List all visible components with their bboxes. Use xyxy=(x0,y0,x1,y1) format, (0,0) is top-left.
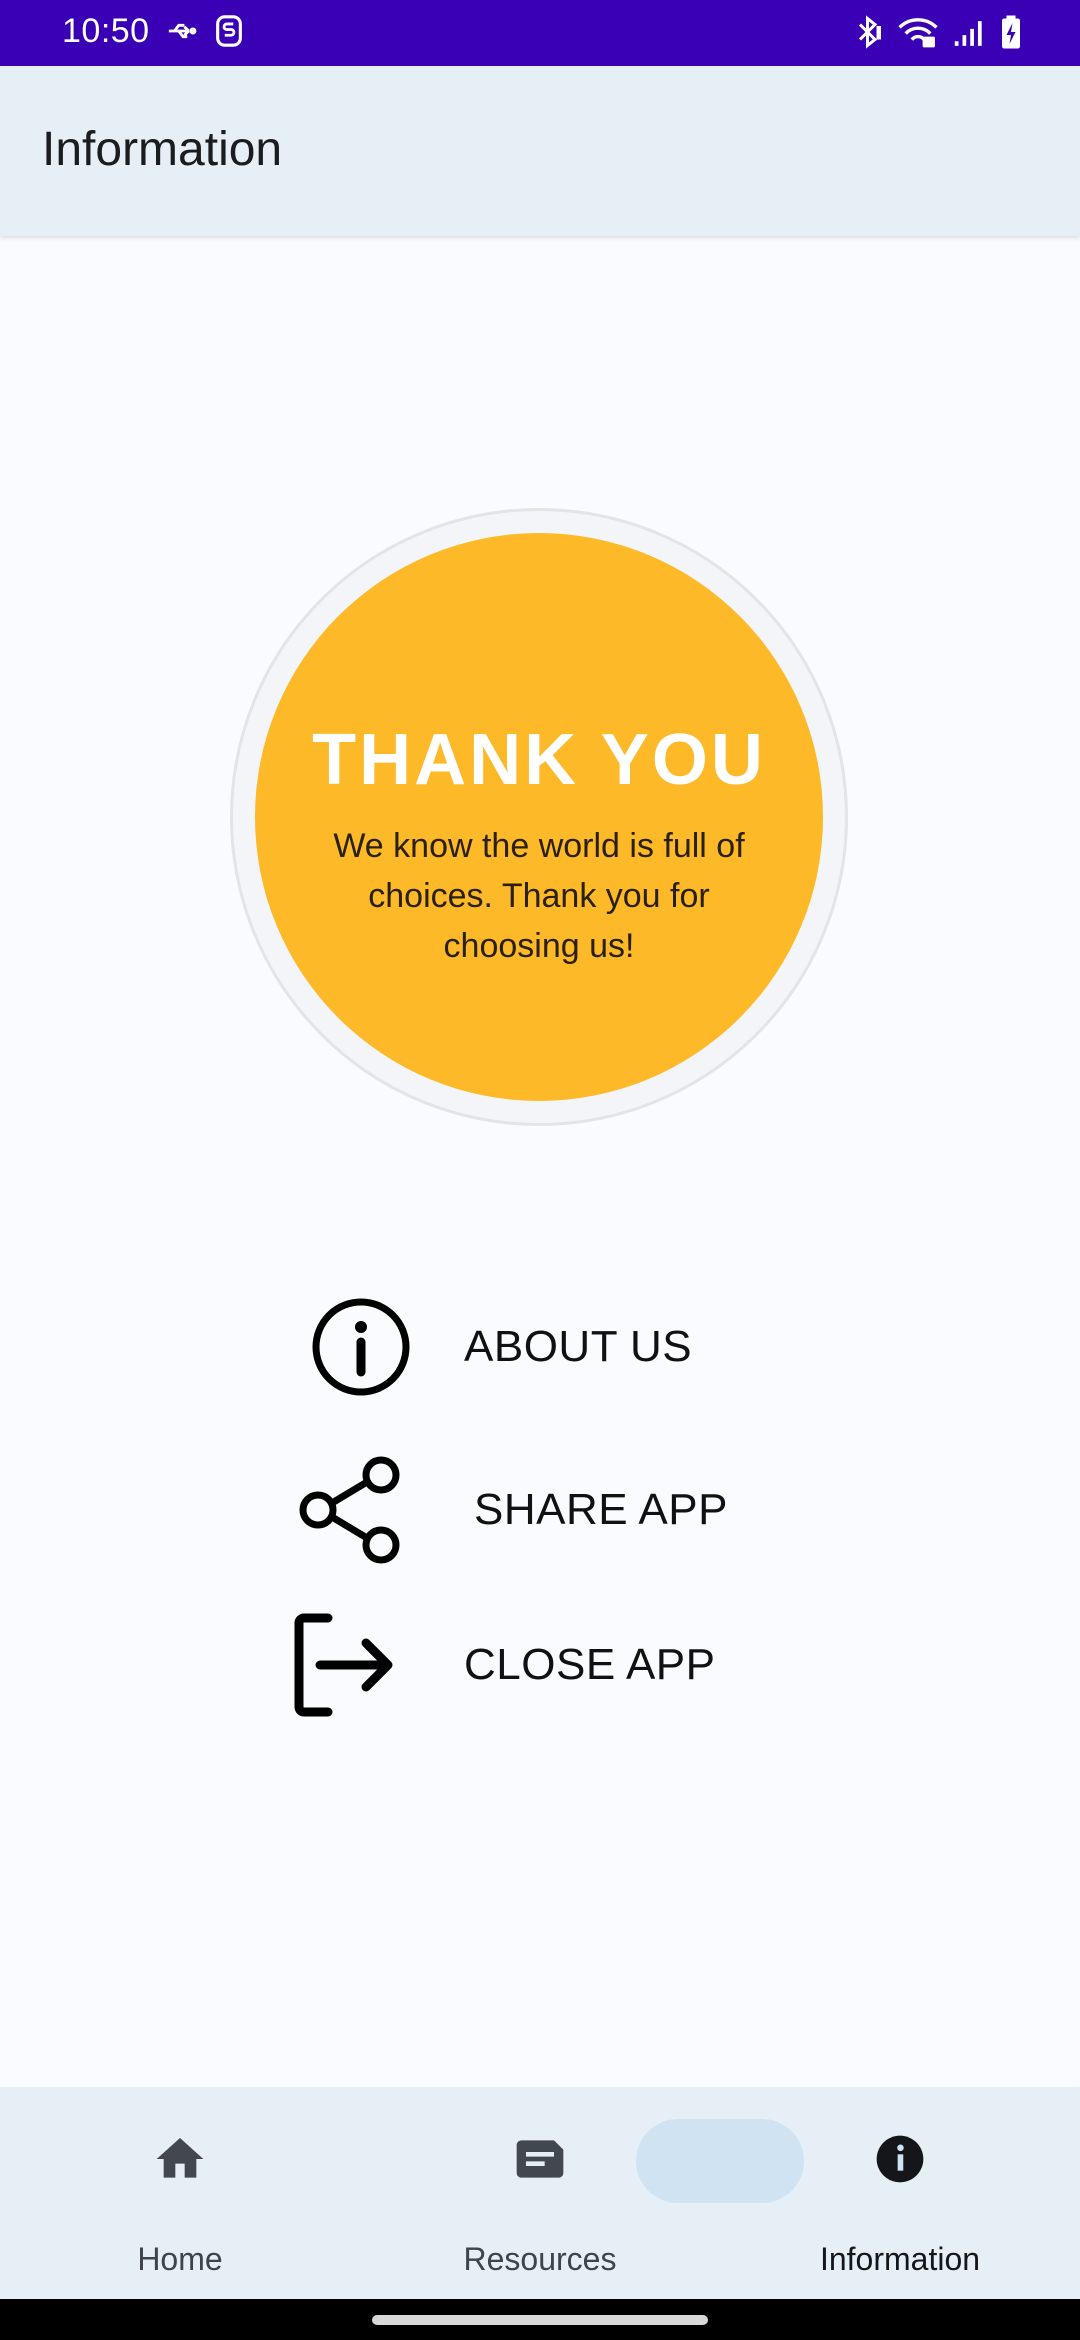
thank-you-badge: THANK YOU We know the world is full of c… xyxy=(255,533,823,1101)
info-icon xyxy=(306,1292,416,1402)
status-bar: 10:50 xyxy=(0,0,1080,66)
battery-icon xyxy=(1000,14,1022,55)
wifi-icon xyxy=(898,15,938,54)
usb-icon xyxy=(166,14,200,53)
info-filled-icon xyxy=(720,2131,1080,2187)
gesture-bar xyxy=(0,2299,1080,2340)
status-left-icons xyxy=(166,14,244,53)
status-time: 10:50 xyxy=(62,12,150,50)
share-app-label: SHARE APP xyxy=(474,1485,728,1534)
about-us-label: ABOUT US xyxy=(464,1322,693,1371)
nav-item-information[interactable]: Information xyxy=(720,2087,1080,2299)
app-bar: Information xyxy=(0,66,1080,236)
bluetooth-icon xyxy=(854,14,884,55)
badge-title: THANK YOU xyxy=(312,720,766,800)
badge-message: We know the world is full of choices. Th… xyxy=(333,827,745,965)
sim-icon xyxy=(214,14,244,53)
share-icon xyxy=(296,1455,406,1565)
exit-icon xyxy=(290,1610,400,1720)
home-icon xyxy=(0,2131,360,2187)
nav-item-home[interactable]: Home xyxy=(0,2087,360,2299)
nav-label-resources: Resources xyxy=(463,2241,617,2277)
nav-label-home: Home xyxy=(137,2241,223,2277)
share-app-button[interactable]: SHARE APP xyxy=(296,1455,728,1565)
page-title: Information xyxy=(42,123,283,176)
close-app-label: CLOSE APP xyxy=(464,1640,716,1689)
gesture-handle[interactable] xyxy=(372,2315,708,2325)
thank-you-image: THANK YOU We know the world is full of c… xyxy=(230,508,848,1126)
article-icon xyxy=(360,2131,720,2187)
about-us-button[interactable]: ABOUT US xyxy=(306,1292,692,1402)
close-app-button[interactable]: CLOSE APP xyxy=(290,1610,716,1720)
status-right-icons xyxy=(854,14,1022,55)
bottom-navigation: Home Resources Information xyxy=(0,2087,1080,2299)
nav-item-resources[interactable]: Resources xyxy=(360,2087,720,2299)
signal-icon xyxy=(952,15,986,54)
nav-label-information: Information xyxy=(819,2241,981,2277)
